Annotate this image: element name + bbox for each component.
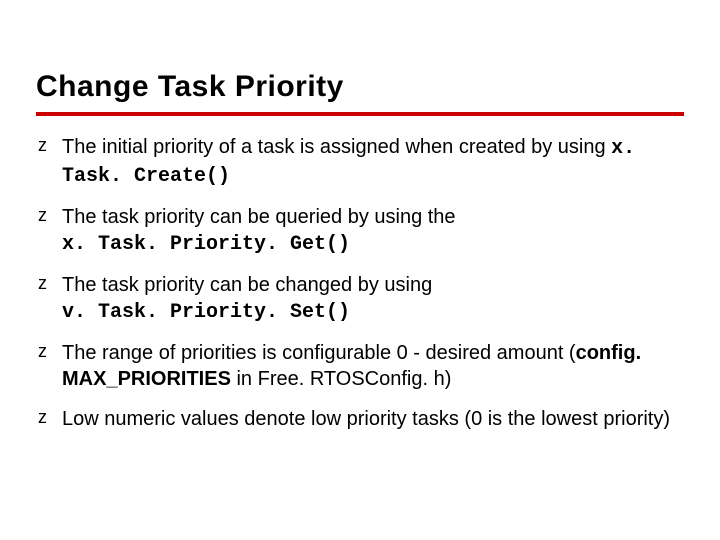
bullet-text: The range of priorities is configurable … xyxy=(62,342,576,364)
bullet-text: The task priority can be changed by usin… xyxy=(62,274,432,296)
slide: Change Task Priority The initial priorit… xyxy=(0,0,720,432)
bullet-text: The initial priority of a task is assign… xyxy=(62,136,611,158)
bullet-text: Low numeric values denote low priority t… xyxy=(62,408,670,430)
bullet-text: in Free. RTOSConfig. h) xyxy=(231,368,451,390)
bullet-list: The initial priority of a task is assign… xyxy=(36,134,684,432)
bullet-item: The task priority can be queried by usin… xyxy=(36,204,684,258)
bullet-item: The range of priorities is configurable … xyxy=(36,340,684,392)
code-span: x. Task. Priority. Get() xyxy=(62,233,350,256)
bullet-item: The task priority can be changed by usin… xyxy=(36,272,684,326)
slide-title: Change Task Priority xyxy=(36,70,684,104)
code-span: v. Task. Priority. Set() xyxy=(62,301,350,324)
title-rule xyxy=(36,112,684,116)
bullet-item: Low numeric values denote low priority t… xyxy=(36,406,684,432)
bullet-item: The initial priority of a task is assign… xyxy=(36,134,684,190)
bullet-text: The task priority can be queried by usin… xyxy=(62,206,456,228)
